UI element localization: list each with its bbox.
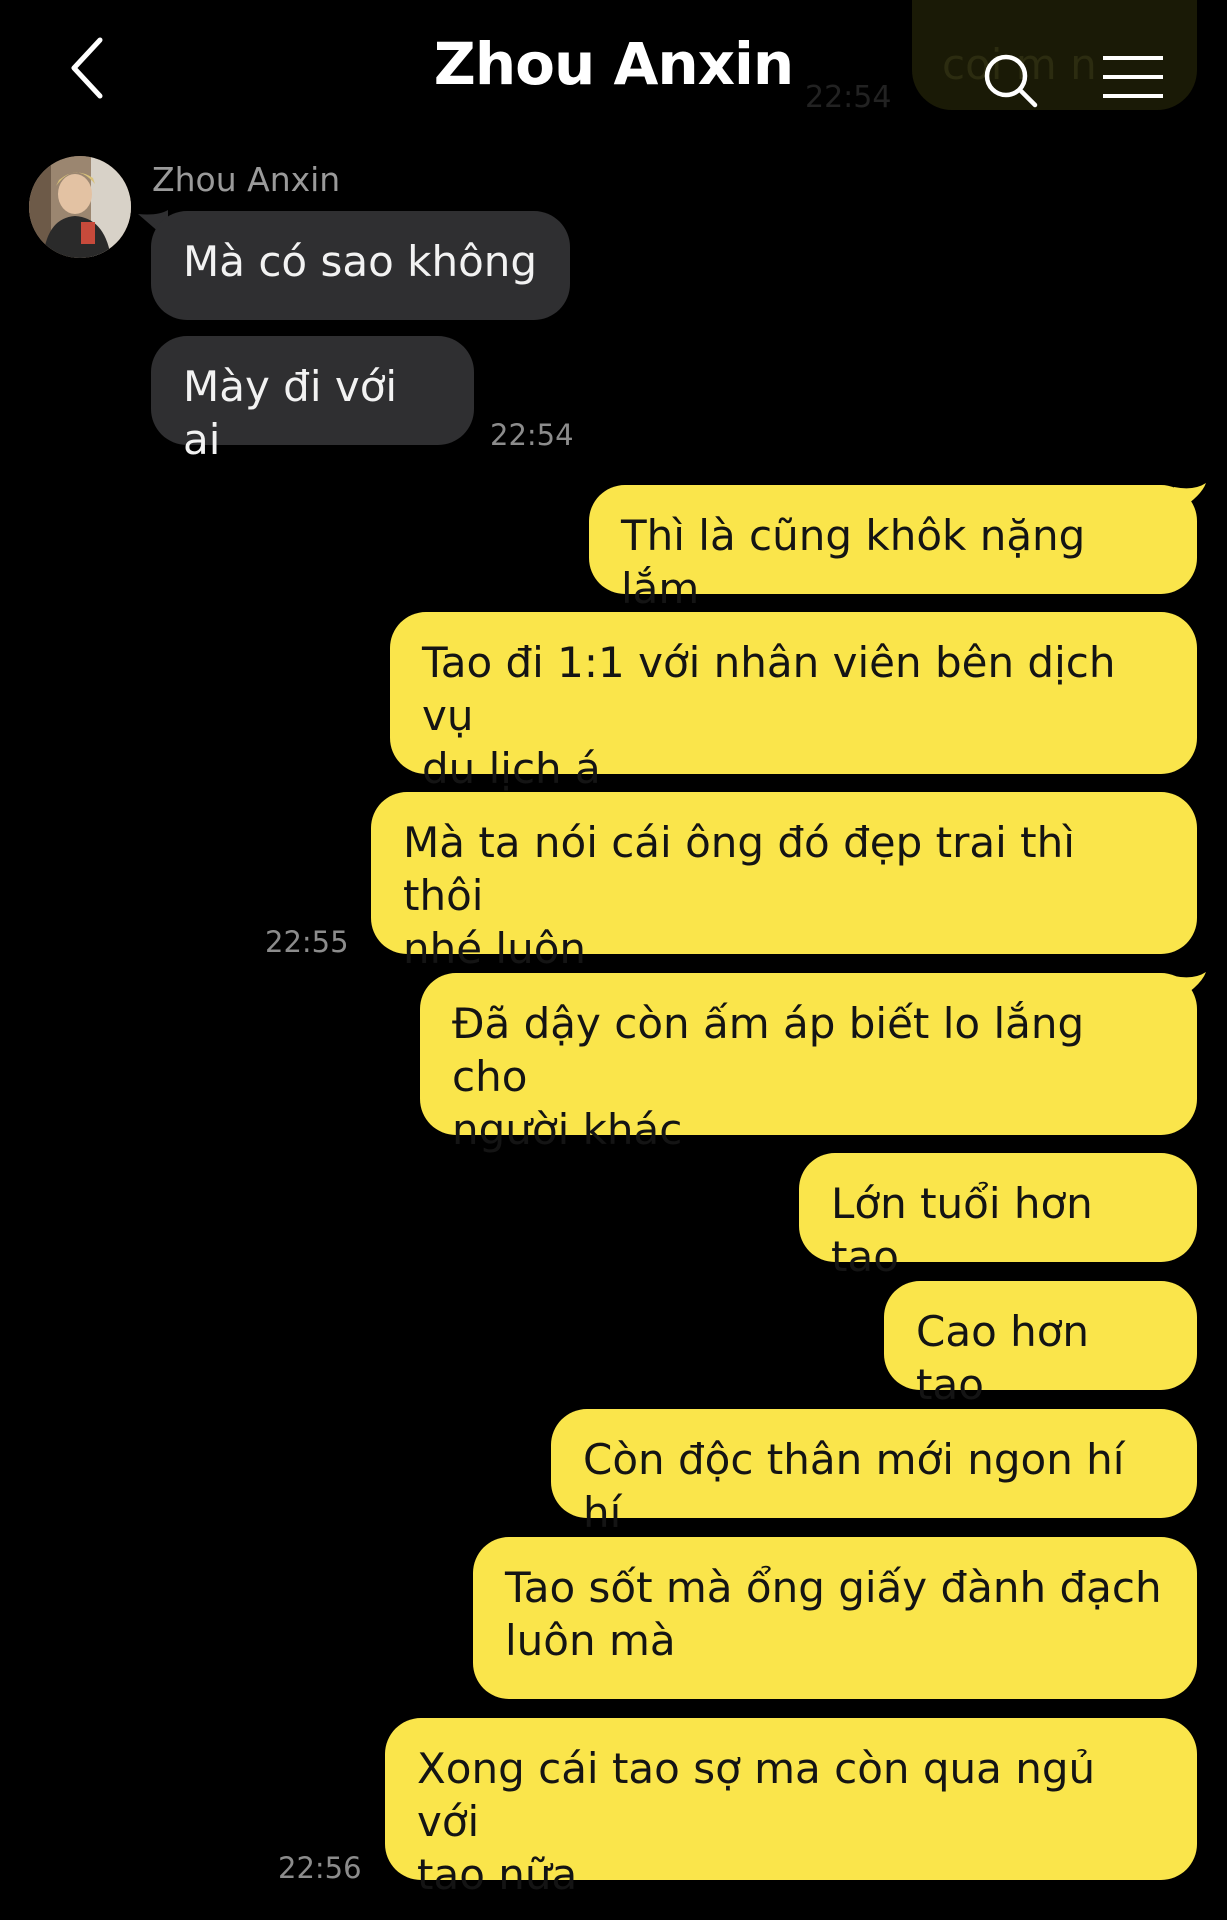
message-text-line: luôn mà [505,1616,676,1665]
message-text: Thì là cũng khôk nặng lắm [621,511,1086,613]
message-text-line: Tao sốt mà ổng giấy đành đạch [505,1563,1162,1612]
chat-header: coi m n 22:54 Zhou Anxin [0,0,1227,130]
message-bubble-outgoing[interactable]: Lớn tuổi hơn tao [799,1153,1197,1281]
message-text: Lớn tuổi hơn tao [831,1179,1093,1281]
message-bubble-incoming[interactable]: Mày đi với ai [151,336,474,464]
menu-button[interactable] [1100,52,1166,102]
message-bubble-outgoing[interactable]: Thì là cũng khôk nặng lắm [589,485,1197,613]
message-timestamp: 22:54 [490,418,574,452]
message-bubble-outgoing[interactable]: Đã dậy còn ấm áp biết lo lắng cho người … [420,973,1197,1154]
message-text-line: du lịch á [422,744,601,793]
message-text-line: người khác [452,1105,683,1154]
message-text: Cao hơn tao [916,1307,1090,1409]
message-text-line: Đã dậy còn ấm áp biết lo lắng cho [452,999,1085,1101]
message-text: Mày đi với ai [183,362,398,464]
message-text-line: Mà ta nói cái ông đó đẹp trai thì thôi [403,818,1075,920]
message-bubble-outgoing[interactable]: Còn độc thân mới ngon hí hí [551,1409,1197,1537]
chat-title: Zhou Anxin [433,30,794,98]
message-bubble-outgoing[interactable]: Xong cái tao sợ ma còn qua ngủ với tao n… [385,1718,1197,1899]
message-text: Còn độc thân mới ngon hí hí [583,1435,1125,1537]
message-text-line: Xong cái tao sợ ma còn qua ngủ với [417,1744,1096,1846]
sender-avatar-photo [29,156,131,258]
hamburger-menu-icon [1103,56,1163,98]
message-bubble-outgoing[interactable]: Cao hơn tao [884,1281,1197,1409]
message-bubble-incoming[interactable]: Mà có sao không [151,211,570,320]
message-timestamp: 22:55 [265,925,349,959]
message-bubble-outgoing[interactable]: Tao sốt mà ổng giấy đành đạch luôn mà [473,1537,1197,1699]
message-bubble-outgoing[interactable]: Mà ta nói cái ông đó đẹp trai thì thôi n… [371,792,1197,973]
sender-avatar[interactable] [29,156,131,258]
message-timestamp: 22:56 [278,1851,362,1885]
message-text-line: tao nữa [417,1850,578,1899]
message-text-line: nhé luôn [403,924,587,973]
message-bubble-outgoing[interactable]: Tao đi 1:1 với nhân viên bên dịch vụ du … [390,612,1197,793]
search-icon [984,54,1038,108]
message-text: Mà có sao không [183,237,538,286]
search-button[interactable] [980,50,1040,110]
message-text-line: Tao đi 1:1 với nhân viên bên dịch vụ [422,638,1116,740]
sender-name: Zhou Anxin [152,160,341,199]
